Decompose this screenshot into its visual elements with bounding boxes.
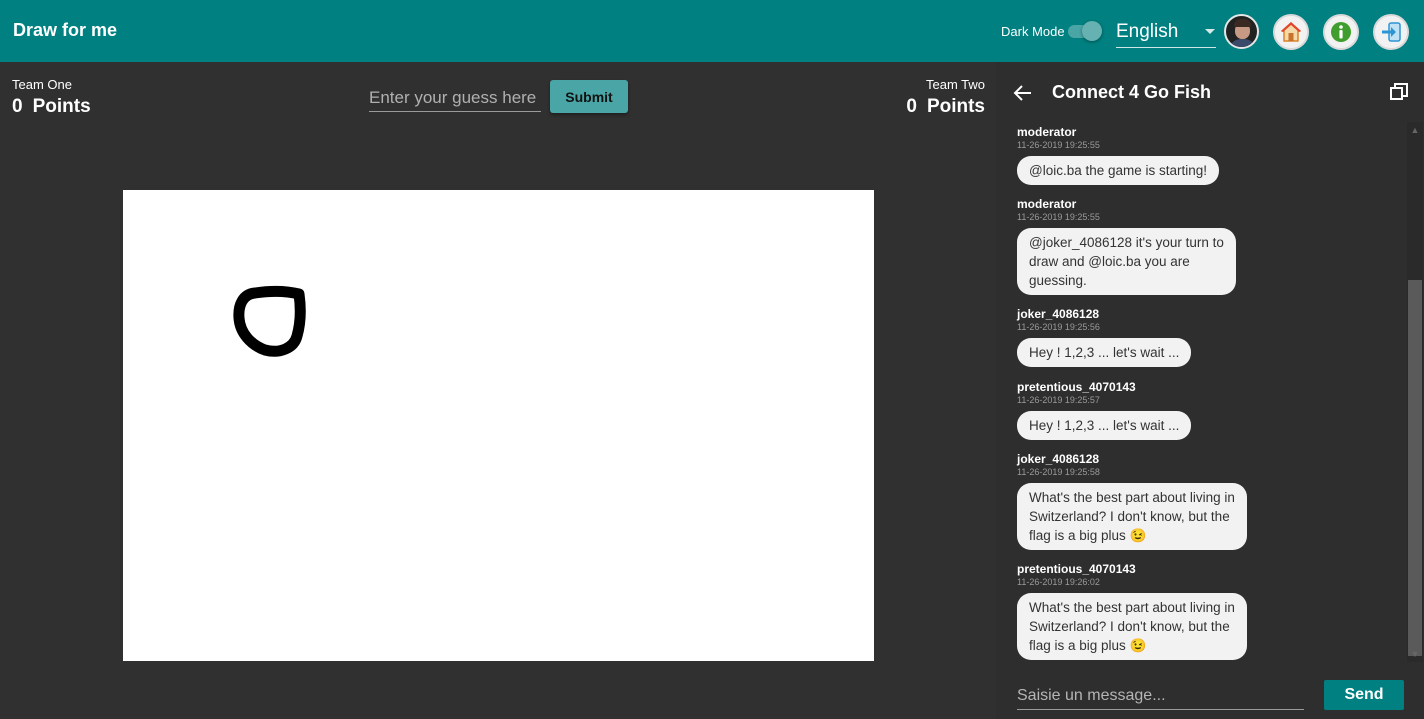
drawing-canvas[interactable] xyxy=(123,190,874,661)
drawing-stroke xyxy=(233,285,306,357)
scroll-down-icon[interactable]: ▼ xyxy=(1407,646,1423,662)
app-title: Draw for me xyxy=(13,20,118,40)
language-select[interactable]: English xyxy=(1116,18,1216,48)
message-bubble: What's the best part about living in Swi… xyxy=(1017,593,1247,660)
message-author: moderator xyxy=(1017,197,1077,211)
team-two-score: 0 Points xyxy=(906,96,985,118)
message-input[interactable] xyxy=(1017,682,1304,710)
message-list: moderator 11-26-2019 19:25:55 @loic.ba t… xyxy=(996,122,1406,662)
chat-message: joker_4086128 11-26-2019 19:25:58 What's… xyxy=(1017,452,1247,550)
send-button[interactable]: Send xyxy=(1324,680,1404,710)
team-two-points-label: Points xyxy=(926,96,985,117)
toggle-thumb xyxy=(1082,21,1102,41)
message-timestamp: 11-26-2019 19:25:55 xyxy=(1017,140,1100,150)
info-button[interactable] xyxy=(1323,14,1359,50)
message-timestamp: 11-26-2019 19:25:58 xyxy=(1017,467,1100,477)
message-bubble: What's the best part about living in Swi… xyxy=(1017,483,1247,550)
message-timestamp: 11-26-2019 19:26:02 xyxy=(1017,577,1100,587)
scroll-thumb[interactable] xyxy=(1408,280,1422,656)
home-button[interactable] xyxy=(1273,14,1309,50)
chat-scrollbar[interactable]: ▲ ▼ xyxy=(1407,122,1423,662)
message-author: pretentious_4070143 xyxy=(1017,380,1136,394)
chat-message: joker_4086128 11-26-2019 19:25:56 Hey ! … xyxy=(1017,307,1192,367)
chat-message: pretentious_4070143 11-26-2019 19:25:57 … xyxy=(1017,380,1192,440)
info-icon xyxy=(1331,22,1351,42)
chat-panel: Connect 4 Go Fish moderator 11-26-2019 1… xyxy=(996,62,1424,719)
message-timestamp: 11-26-2019 19:25:55 xyxy=(1017,212,1100,222)
team-one-label: Team One xyxy=(12,77,72,92)
language-value: English xyxy=(1116,21,1179,42)
back-arrow-icon[interactable] xyxy=(1012,82,1034,104)
login-icon xyxy=(1382,22,1401,42)
login-button[interactable] xyxy=(1373,14,1409,50)
home-icon xyxy=(1281,22,1301,42)
message-bubble: Hey ! 1,2,3 ... let's wait ... xyxy=(1017,411,1192,440)
dark-mode-toggle[interactable] xyxy=(1068,21,1102,41)
avatar[interactable] xyxy=(1224,14,1259,49)
message-author: joker_4086128 xyxy=(1017,452,1100,466)
chevron-down-icon xyxy=(1205,29,1215,34)
message-timestamp: 11-26-2019 19:25:57 xyxy=(1017,395,1100,405)
team-one-points-label: Points xyxy=(32,96,91,117)
popout-window-icon[interactable] xyxy=(1389,82,1409,102)
chat-message: pretentious_4070143 11-26-2019 19:26:02 … xyxy=(1017,562,1247,660)
message-bubble: @loic.ba the game is starting! xyxy=(1017,156,1220,185)
dark-mode-label: Dark Mode xyxy=(1001,24,1065,39)
message-timestamp: 11-26-2019 19:25:56 xyxy=(1017,322,1100,332)
message-author: moderator xyxy=(1017,125,1077,139)
submit-button[interactable]: Submit xyxy=(550,80,628,113)
message-bubble: Hey ! 1,2,3 ... let's wait ... xyxy=(1017,338,1192,367)
scroll-up-icon[interactable]: ▲ xyxy=(1407,122,1423,138)
guess-input[interactable] xyxy=(369,84,541,112)
chat-message: moderator 11-26-2019 19:25:55 @joker_408… xyxy=(1017,197,1236,295)
top-app-bar: Draw for me Dark Mode English xyxy=(0,0,1424,62)
team-two-points-value: 0 xyxy=(906,96,917,117)
chat-title: Connect 4 Go Fish xyxy=(1052,82,1212,102)
team-one-score: 0 Points xyxy=(12,96,91,118)
message-bubble: @joker_4086128 it's your turn to draw an… xyxy=(1017,228,1236,295)
message-author: pretentious_4070143 xyxy=(1017,562,1136,576)
team-one-points-value: 0 xyxy=(12,96,23,117)
team-two-label: Team Two xyxy=(925,77,985,92)
chat-header: Connect 4 Go Fish xyxy=(996,62,1424,122)
chat-message: moderator 11-26-2019 19:25:55 @loic.ba t… xyxy=(1017,125,1220,185)
message-author: joker_4086128 xyxy=(1017,307,1100,321)
